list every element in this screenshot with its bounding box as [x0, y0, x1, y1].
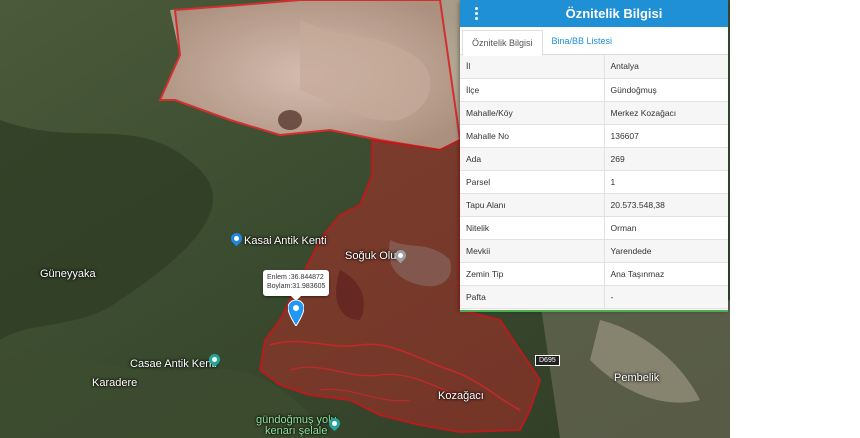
panel-bottom-bar [460, 310, 728, 312]
row-value: Gündoğmuş [604, 78, 728, 102]
row-value: 136607 [604, 124, 728, 148]
app-stage: Kasai Antik Kenti Güneyyaka Soğuk Oluk C… [0, 0, 860, 438]
row-value: - [604, 285, 728, 309]
road-badge: D695 [535, 355, 560, 366]
panel-tabs: Öznitelik Bilgisi Bina/BB Listesi [460, 27, 728, 56]
panel-header: Öznitelik Bilgisi [460, 0, 728, 27]
row-value: 269 [604, 147, 728, 171]
row-value: Merkez Kozağacı [604, 101, 728, 125]
row-key: Nitelik [460, 216, 605, 240]
panel-title: Öznitelik Bilgisi [565, 6, 663, 21]
label-soguk-oluk: Soğuk Oluk [345, 250, 402, 262]
row-key: Mahalle/Köy [460, 101, 605, 125]
row-key: İlçe [460, 78, 605, 102]
table-row: İl Antalya [460, 55, 728, 79]
table-row: Mahalle No 136607 [460, 124, 728, 148]
table-row: İlçe Gündoğmuş [460, 78, 728, 102]
row-value: Ana Taşınmaz [604, 262, 728, 286]
attribute-panel: Öznitelik Bilgisi Öznitelik Bilgisi Bina… [460, 0, 728, 310]
row-value: 1 [604, 170, 728, 194]
coordinate-latitude: Enlem :36.844872 [267, 274, 324, 281]
label-kasai: Kasai Antik Kenti [244, 235, 327, 247]
row-key: Mahalle No [460, 124, 605, 148]
coordinate-tooltip: Enlem :36.844872 Boylam:31.983605 [263, 270, 329, 301]
table-row: Pafta - [460, 285, 728, 309]
label-kozagaci: Kozağacı [438, 390, 484, 402]
label-guneyyaka: Güneyyaka [40, 268, 96, 280]
table-row: Mahalle/Köy Merkez Kozağacı [460, 101, 728, 125]
table-row: Zemin Tip Ana Taşınmaz [460, 262, 728, 286]
row-value: Antalya [604, 55, 728, 79]
row-key: Parsel [460, 170, 605, 194]
table-row: Parsel 1 [460, 170, 728, 194]
row-value: 20.573.548,38 [604, 193, 728, 217]
table-row: Tapu Alanı 20.573.548,38 [460, 193, 728, 217]
row-value: Orman [604, 216, 728, 240]
row-key: Mevkii [460, 239, 605, 263]
row-key: İl [460, 55, 605, 79]
row-key: Ada [460, 147, 605, 171]
label-karadere: Karadere [92, 377, 138, 389]
table-row: Nitelik Orman [460, 216, 728, 240]
map-marker-icon[interactable] [288, 300, 304, 326]
label-casae: Casae Antik Kenti [130, 358, 217, 370]
row-key: Zemin Tip [460, 262, 605, 286]
table-row: Mevkii Yarendede [460, 239, 728, 263]
label-waterfall-line2: kenarı şelale [265, 425, 328, 437]
table-row: Ada 269 [460, 147, 728, 171]
row-value: Yarendede [604, 239, 728, 263]
row-key: Pafta [460, 285, 605, 309]
tab-attribute-info[interactable]: Öznitelik Bilgisi [462, 30, 543, 56]
label-pembelik: Pembelik [614, 372, 660, 384]
row-key: Tapu Alanı [460, 193, 605, 217]
tab-building-list[interactable]: Bina/BB Listesi [543, 27, 622, 54]
coordinate-longitude: Boylam:31.983605 [267, 283, 326, 290]
attribute-table: İl Antalya İlçe Gündoğmuş Mahalle/Köy Merke… [460, 55, 728, 309]
